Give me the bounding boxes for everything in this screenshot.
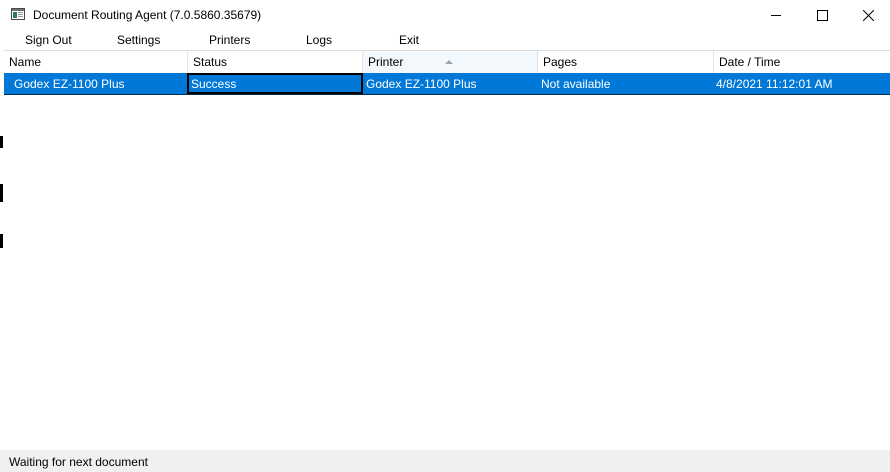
menu-settings[interactable]: Settings	[117, 33, 160, 47]
menu-sign-out[interactable]: Sign Out	[25, 33, 72, 47]
menu-exit[interactable]: Exit	[399, 33, 419, 47]
minimize-button[interactable]	[753, 0, 799, 31]
column-header-pages[interactable]: Pages	[538, 51, 714, 73]
status-bar: Waiting for next document	[0, 450, 890, 472]
close-button[interactable]	[845, 0, 890, 31]
cell-name[interactable]: Godex EZ-1100 Plus	[10, 73, 186, 94]
column-header-printer[interactable]: Printer	[363, 51, 538, 73]
column-header-name[interactable]: Name	[4, 51, 188, 73]
row-divider	[4, 94, 890, 95]
column-header-label: Date / Time	[719, 55, 781, 69]
application-window: Document Routing Agent (7.0.5860.35679) …	[0, 0, 890, 472]
column-header-label: Pages	[543, 55, 578, 69]
window-title: Document Routing Agent (7.0.5860.35679)	[33, 8, 262, 22]
maximize-icon	[817, 10, 828, 21]
menu-logs[interactable]: Logs	[306, 33, 332, 47]
cell-status[interactable]: Success	[187, 73, 363, 94]
minimize-icon	[771, 15, 781, 16]
column-header-status[interactable]: Status	[188, 51, 363, 73]
column-header-date-time[interactable]: Date / Time	[714, 51, 890, 73]
title-bar[interactable]: Document Routing Agent (7.0.5860.35679)	[0, 0, 890, 31]
status-text: Waiting for next document	[9, 455, 148, 469]
menu-printers[interactable]: Printers	[209, 33, 250, 47]
cell-pages[interactable]: Not available	[537, 73, 712, 94]
menu-bar: Sign Out Settings Printers Logs Exit	[4, 31, 890, 50]
table-row[interactable]: Godex EZ-1100 Plus Success Godex EZ-1100…	[4, 73, 890, 94]
sort-ascending-icon	[445, 50, 453, 73]
app-window-icon	[11, 8, 25, 20]
close-icon	[863, 10, 874, 21]
column-header-label: Printer	[368, 55, 404, 69]
documents-grid[interactable]: Name Status Printer Pages Date / Time Go…	[4, 50, 890, 451]
cell-printer[interactable]: Godex EZ-1100 Plus	[362, 73, 537, 94]
column-header-label: Status	[193, 55, 228, 69]
column-header-label: Name	[9, 55, 42, 69]
cell-date-time[interactable]: 4/8/2021 11:12:01 AM	[712, 73, 888, 94]
grid-header: Name Status Printer Pages Date / Time	[4, 51, 890, 73]
maximize-button[interactable]	[799, 0, 845, 31]
